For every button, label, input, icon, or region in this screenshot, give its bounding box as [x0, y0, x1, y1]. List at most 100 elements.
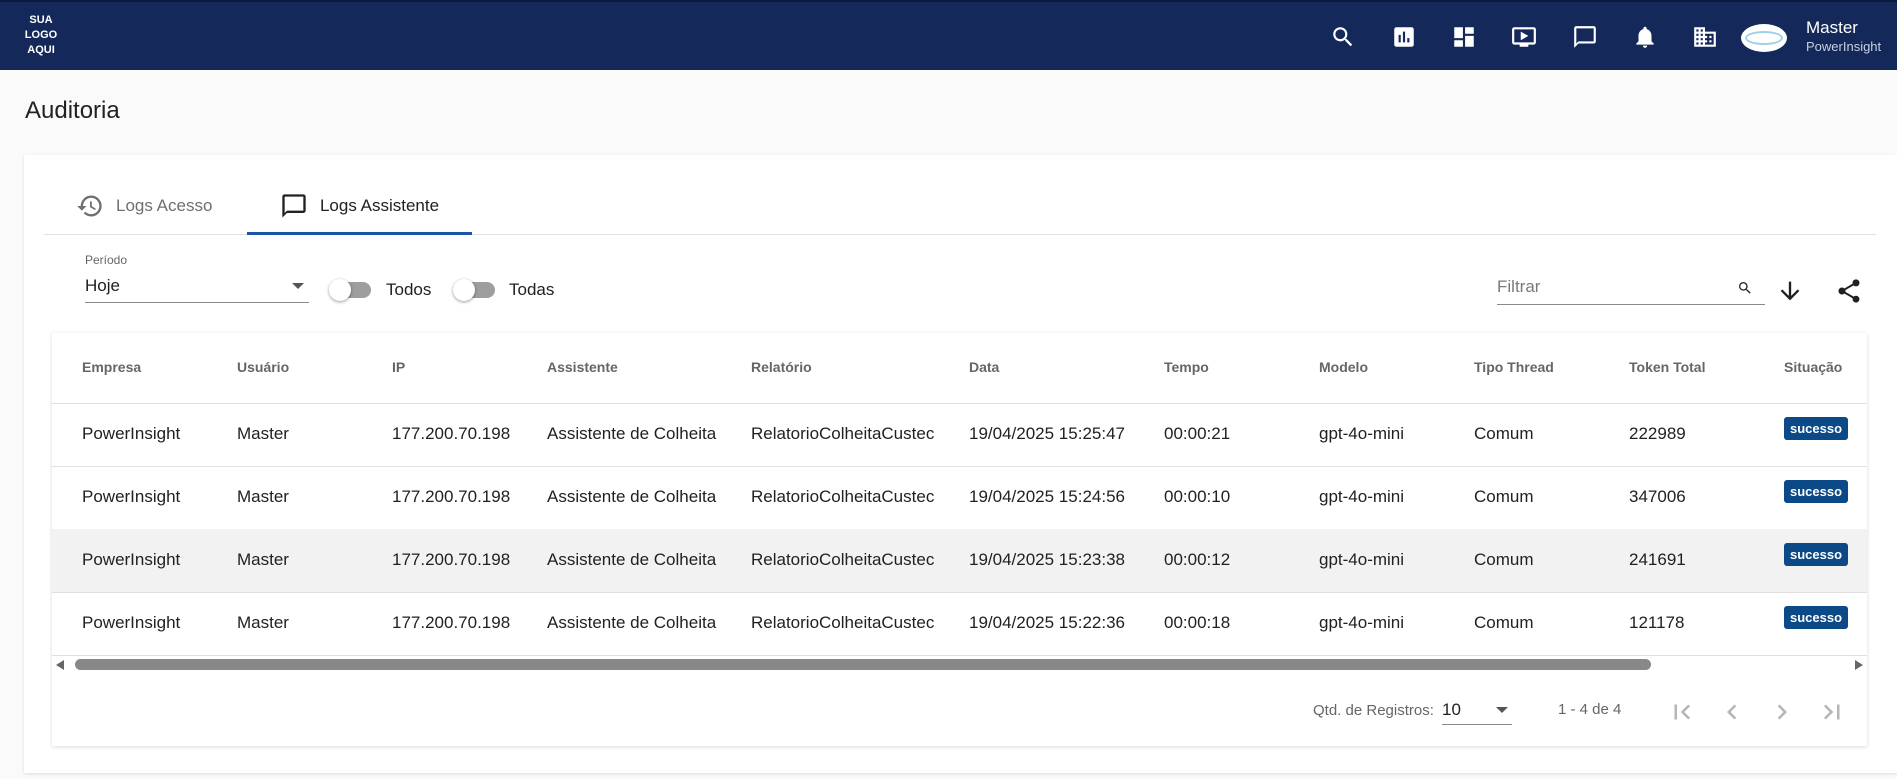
chevron-down-icon — [1496, 707, 1508, 713]
cell-tempo: 00:00:21 — [1164, 424, 1231, 443]
cell-empresa: PowerInsight — [82, 613, 181, 632]
cell-ip: 177.200.70.198 — [392, 550, 511, 569]
cell-data: 19/04/2025 15:25:47 — [969, 424, 1125, 443]
tab-bar: Logs Acesso Logs Assistente — [44, 178, 1876, 235]
scroll-left-icon[interactable] — [56, 660, 64, 670]
cell-ip: 177.200.70.198 — [392, 424, 511, 443]
periodo-select[interactable]: Hoje — [85, 270, 309, 303]
cell-token-total: 241691 — [1629, 550, 1686, 569]
page-range: 1 - 4 de 4 — [1558, 701, 1622, 718]
cell-assistente: Assistente de Colheita — [547, 424, 717, 443]
column-header-data[interactable]: Data — [969, 359, 999, 375]
tab-logs-acesso[interactable]: Logs Acesso — [76, 178, 212, 234]
cell-empresa: PowerInsight — [82, 550, 181, 569]
column-header-relatorio[interactable]: Relatório — [751, 359, 812, 375]
cell-relatorio: RelatorioColheitaCustec — [751, 550, 935, 569]
cell-tipo-thread: Comum — [1474, 487, 1534, 506]
scroll-right-icon[interactable] — [1855, 660, 1863, 670]
filter-input[interactable] — [1497, 272, 1727, 302]
next-page-icon[interactable] — [1767, 697, 1797, 727]
cell-relatorio: RelatorioColheitaCustec — [751, 613, 935, 632]
column-header-usuario[interactable]: Usuário — [237, 359, 289, 375]
column-header-tipo-thread[interactable]: Tipo Thread — [1474, 359, 1554, 375]
cell-empresa: PowerInsight — [82, 487, 181, 506]
page-size-label: Qtd. de Registros: — [1313, 702, 1434, 719]
cell-relatorio: RelatorioColheitaCustec — [751, 487, 935, 506]
cell-token-total: 222989 — [1629, 424, 1686, 443]
cell-usuario: Master — [237, 613, 289, 632]
avatar[interactable] — [1741, 24, 1787, 52]
chart-icon[interactable] — [1389, 22, 1419, 52]
previous-page-icon[interactable] — [1717, 697, 1747, 727]
logs-table: Empresa Usuário IP Assistente Relatório … — [52, 333, 1867, 746]
status-badge: sucesso — [1784, 606, 1849, 629]
cell-ip: 177.200.70.198 — [392, 487, 511, 506]
cell-data: 19/04/2025 15:22:36 — [969, 613, 1125, 632]
column-header-assistente[interactable]: Assistente — [547, 359, 618, 375]
tab-logs-assistente[interactable]: Logs Assistente — [247, 178, 472, 234]
horizontal-scrollbar[interactable] — [52, 657, 1867, 673]
cell-data: 19/04/2025 15:23:38 — [969, 550, 1125, 569]
table-row[interactable]: PowerInsight Master 177.200.70.198 Assis… — [52, 466, 1867, 530]
building-icon[interactable] — [1690, 22, 1720, 52]
filter-field — [1497, 272, 1765, 305]
column-header-token-total[interactable]: Token Total — [1629, 359, 1705, 375]
scrollbar-thumb[interactable] — [75, 659, 1651, 670]
last-page-icon[interactable] — [1817, 697, 1847, 727]
cell-tempo: 00:00:10 — [1164, 487, 1231, 506]
cell-modelo: gpt-4o-mini — [1319, 487, 1405, 506]
page-size-select[interactable]: 10 — [1442, 696, 1512, 725]
tab-label: Logs Assistente — [319, 196, 440, 215]
cell-tipo-thread: Comum — [1474, 424, 1534, 443]
page-title: Auditoria — [25, 97, 120, 124]
status-badge: sucesso — [1784, 417, 1849, 440]
cell-usuario: Master — [237, 550, 289, 569]
todas-toggle[interactable] — [453, 279, 499, 301]
cell-tempo: 00:00:18 — [1164, 613, 1231, 632]
cell-assistente: Assistente de Colheita — [547, 613, 717, 632]
tv-play-icon[interactable] — [1509, 22, 1539, 52]
todos-toggle-label: Todos — [386, 280, 432, 299]
cell-modelo: gpt-4o-mini — [1319, 613, 1405, 632]
cell-relatorio: RelatorioColheitaCustec — [751, 424, 935, 443]
tab-label: Logs Acesso — [116, 196, 213, 215]
cell-tipo-thread: Comum — [1474, 613, 1534, 632]
column-header-modelo[interactable]: Modelo — [1319, 359, 1368, 375]
column-header-empresa[interactable]: Empresa — [82, 359, 141, 375]
top-app-bar: SUA LOGO AQUI Master PowerInsight — [0, 0, 1897, 70]
cell-token-total: 347006 — [1629, 487, 1686, 506]
share-icon[interactable] — [1835, 277, 1863, 305]
chat-icon — [282, 194, 306, 218]
table-row[interactable]: PowerInsight Master 177.200.70.198 Assis… — [52, 529, 1867, 593]
search-icon[interactable] — [1737, 280, 1753, 296]
cell-data: 19/04/2025 15:24:56 — [969, 487, 1125, 506]
table-row[interactable]: PowerInsight Master 177.200.70.198 Assis… — [52, 403, 1867, 467]
cell-assistente: Assistente de Colheita — [547, 550, 717, 569]
company-logo-icon — [1745, 31, 1783, 45]
search-icon[interactable] — [1328, 22, 1358, 52]
page-size-value: 10 — [1442, 700, 1461, 719]
dashboard-icon[interactable] — [1449, 22, 1479, 52]
table-header: Empresa Usuário IP Assistente Relatório … — [52, 333, 1867, 404]
cell-tempo: 00:00:12 — [1164, 550, 1231, 569]
table-row[interactable]: PowerInsight Master 177.200.70.198 Assis… — [52, 592, 1867, 656]
cell-ip: 177.200.70.198 — [392, 613, 511, 632]
user-company: PowerInsight — [1806, 39, 1882, 54]
bell-icon[interactable] — [1630, 22, 1660, 52]
periodo-value: Hoje — [85, 276, 120, 295]
download-icon[interactable] — [1776, 277, 1804, 305]
column-header-tempo[interactable]: Tempo — [1164, 359, 1209, 375]
todos-toggle[interactable] — [329, 279, 375, 301]
column-header-ip[interactable]: IP — [392, 359, 405, 375]
column-header-situacao[interactable]: Situação — [1784, 359, 1842, 375]
cell-empresa: PowerInsight — [82, 424, 181, 443]
logo[interactable]: SUA LOGO AQUI — [22, 13, 60, 58]
status-badge: sucesso — [1784, 480, 1849, 503]
cell-modelo: gpt-4o-mini — [1319, 424, 1405, 443]
first-page-icon[interactable] — [1667, 697, 1697, 727]
cell-usuario: Master — [237, 424, 289, 443]
chevron-down-icon — [292, 283, 304, 289]
cell-token-total: 121178 — [1629, 613, 1685, 632]
chat-icon[interactable] — [1570, 22, 1600, 52]
periodo-label: Período — [85, 253, 128, 267]
